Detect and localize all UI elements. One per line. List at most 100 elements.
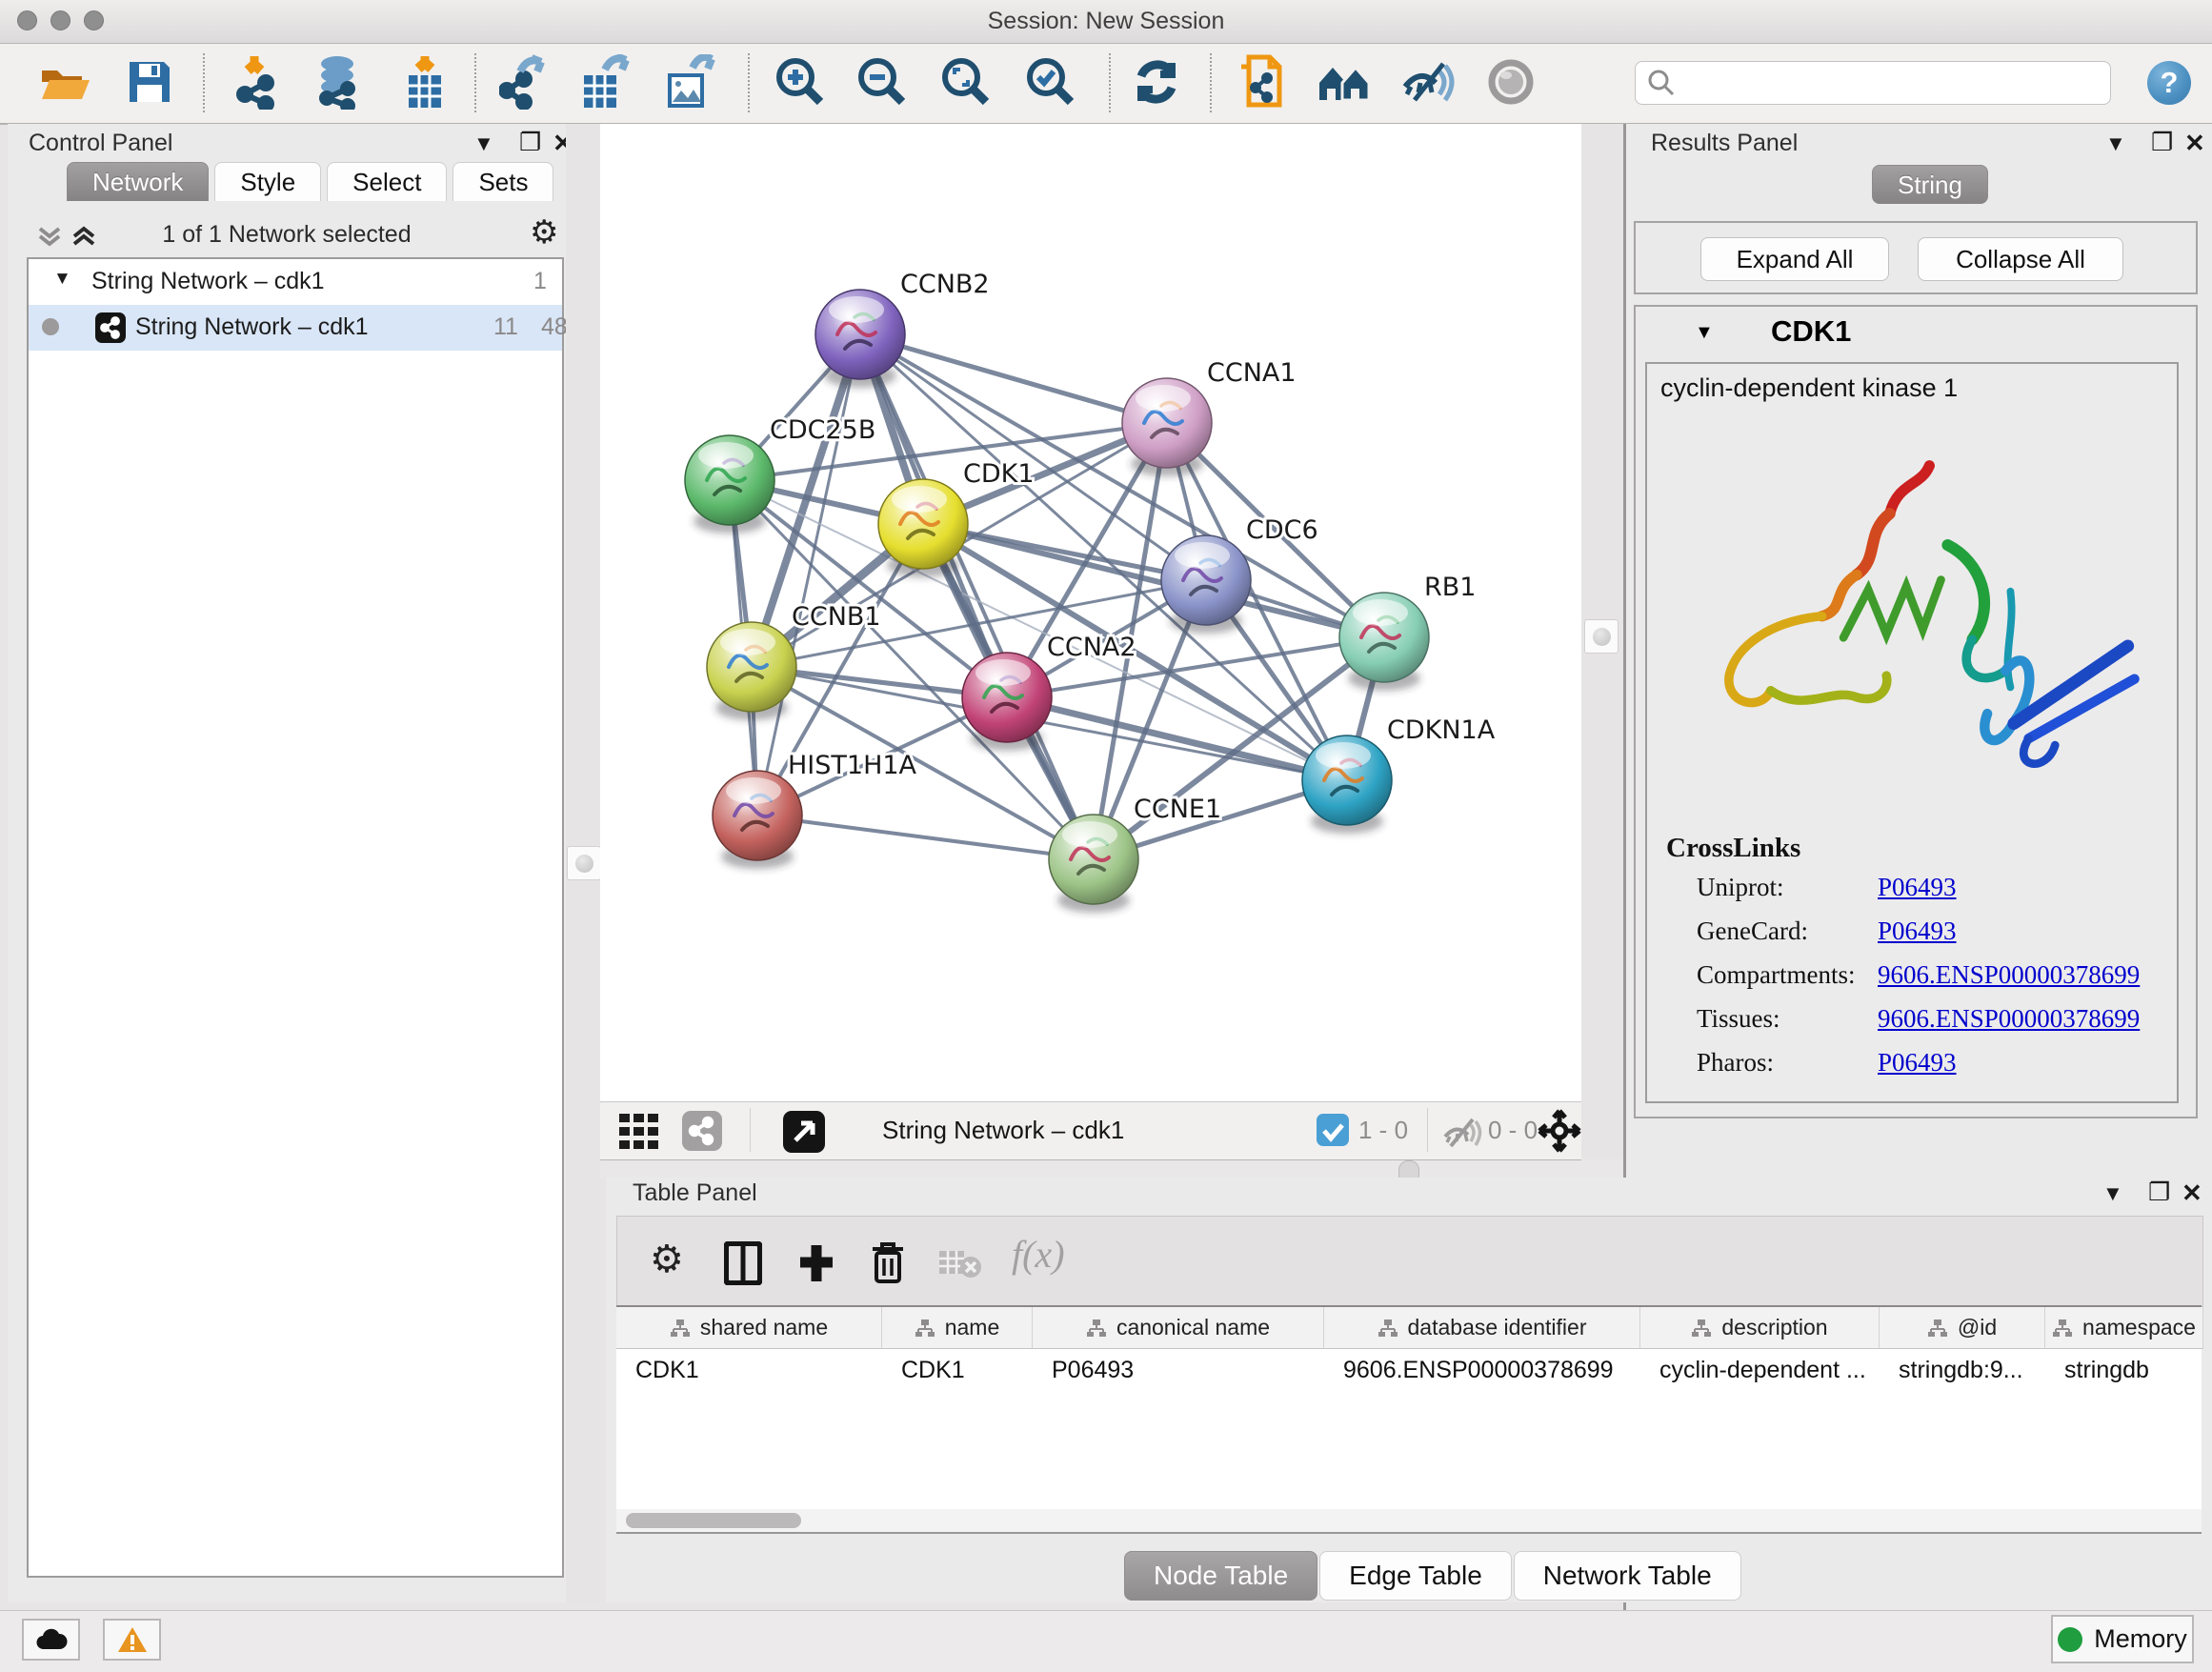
network-node-HIST1H1A[interactable]: HIST1H1A bbox=[713, 751, 917, 869]
table-cell[interactable]: CDK1 bbox=[882, 1349, 1033, 1391]
network-label: String Network – cdk1 bbox=[135, 313, 369, 341]
network-node-CDK1[interactable]: CDK1 bbox=[878, 459, 1035, 577]
float-panel-icon[interactable]: ❐ bbox=[519, 128, 541, 157]
crosslink-value-link[interactable]: P06493 bbox=[1878, 917, 1957, 946]
cloud-button[interactable] bbox=[22, 1619, 80, 1661]
float-panel-icon[interactable]: ❐ bbox=[2151, 128, 2173, 157]
export-table-icon[interactable] bbox=[574, 51, 635, 112]
tab-edge-table[interactable]: Edge Table bbox=[1319, 1551, 1512, 1601]
string-network-icon bbox=[95, 312, 126, 343]
table-cell[interactable]: cyclin-dependent ... bbox=[1640, 1349, 1880, 1391]
tab-network[interactable]: Network bbox=[67, 162, 209, 201]
network-node-CCNB1[interactable]: CCNB1 bbox=[707, 602, 881, 720]
network-node-CCNB2[interactable]: CCNB2 bbox=[815, 270, 990, 388]
collection-label: String Network – cdk1 bbox=[91, 268, 325, 295]
tab-network-table[interactable]: Network Table bbox=[1514, 1551, 1741, 1601]
toolbar-separator bbox=[1109, 53, 1111, 112]
warnings-button[interactable] bbox=[103, 1619, 161, 1661]
tab-select[interactable]: Select bbox=[327, 162, 447, 201]
memory-status-dot bbox=[2058, 1627, 2082, 1652]
save-session-icon[interactable] bbox=[119, 51, 180, 112]
table-options-gear-icon[interactable]: ⚙ bbox=[650, 1238, 684, 1281]
collapse-panel-icon[interactable]: ▼ bbox=[473, 131, 494, 156]
tab-string[interactable]: String bbox=[1872, 165, 1988, 204]
help-button[interactable]: ? bbox=[2147, 61, 2191, 105]
import-network-icon[interactable] bbox=[227, 51, 288, 112]
node-table: shared namenamecanonical namedatabase id… bbox=[616, 1305, 2202, 1511]
zoom-selected-icon[interactable] bbox=[1020, 51, 1081, 112]
section-expander-icon[interactable]: ▼ bbox=[1695, 322, 1714, 344]
gene-description: cyclin-dependent kinase 1 bbox=[1660, 373, 1958, 403]
table-cell[interactable]: stringdb:9... bbox=[1880, 1349, 2045, 1391]
float-panel-icon[interactable]: ❐ bbox=[2148, 1178, 2170, 1207]
houses-icon[interactable] bbox=[1314, 51, 1375, 112]
search-input[interactable] bbox=[1635, 61, 2111, 105]
network-collection-row[interactable]: ▼ String Network – cdk1 1 bbox=[29, 259, 562, 305]
tree-expander-icon[interactable]: ▼ bbox=[53, 269, 71, 290]
column-header-shared-name[interactable]: shared name bbox=[616, 1307, 882, 1349]
expand-all-button[interactable]: Expand All bbox=[1700, 237, 1889, 281]
protein-structure-image bbox=[1681, 419, 2144, 810]
tab-node-table[interactable]: Node Table bbox=[1124, 1551, 1317, 1601]
network-row-selected[interactable]: String Network – cdk1 11 48 bbox=[29, 305, 562, 351]
cloud-icon bbox=[35, 1628, 68, 1651]
network-options-gear-icon[interactable]: ⚙ bbox=[530, 213, 558, 252]
eye-icon[interactable] bbox=[1480, 51, 1541, 112]
column-header-description[interactable]: description bbox=[1640, 1307, 1880, 1349]
table-cell[interactable]: CDK1 bbox=[616, 1349, 882, 1391]
crosslink-value-link[interactable]: 9606.ENSP00000378699 bbox=[1878, 960, 2140, 990]
crosslink-value-link[interactable]: P06493 bbox=[1878, 1048, 1957, 1078]
network-node-CDKN1A[interactable]: CDKN1A bbox=[1302, 715, 1496, 834]
collapse-all-button[interactable]: Collapse All bbox=[1918, 237, 2123, 281]
memory-button[interactable]: Memory bbox=[2051, 1615, 2194, 1663]
network-canvas[interactable]: CCNB2CCNA1CDC25BCDK1CDC6RB1CCNB1CCNA2CDK… bbox=[600, 124, 1581, 1101]
column-header-name[interactable]: name bbox=[882, 1307, 1033, 1349]
table-row[interactable]: CDK1CDK1P064939606.ENSP00000378699cyclin… bbox=[616, 1349, 2202, 1391]
table-cell[interactable]: stringdb bbox=[2045, 1349, 2203, 1391]
tab-sets[interactable]: Sets bbox=[452, 162, 553, 201]
refresh-icon[interactable] bbox=[1126, 51, 1187, 112]
zoom-out-icon[interactable] bbox=[852, 51, 913, 112]
left-splitter-handle[interactable] bbox=[567, 846, 601, 880]
edge-count: 48 bbox=[541, 313, 568, 341]
table-cell[interactable]: 9606.ENSP00000378699 bbox=[1324, 1349, 1640, 1391]
tab-style[interactable]: Style bbox=[214, 162, 321, 201]
crosslink-value-link[interactable]: P06493 bbox=[1878, 873, 1957, 902]
zoom-fit-icon[interactable] bbox=[935, 51, 996, 112]
column-header-database-identifier[interactable]: database identifier bbox=[1324, 1307, 1640, 1349]
crosslink-value-link[interactable]: 9606.ENSP00000378699 bbox=[1878, 1004, 2140, 1034]
left-splitter[interactable] bbox=[566, 124, 600, 1602]
eye-slash-icon[interactable] bbox=[1398, 51, 1458, 112]
right-splitter-handle[interactable] bbox=[1584, 619, 1619, 654]
right-splitter[interactable] bbox=[1581, 124, 1623, 1158]
network-node-CCNA1[interactable]: CCNA1 bbox=[1122, 358, 1297, 476]
network-node-RB1[interactable]: RB1 bbox=[1339, 573, 1476, 691]
birdseye-view-icon[interactable] bbox=[783, 1111, 825, 1153]
table-hscrollbar[interactable] bbox=[616, 1509, 2202, 1534]
close-panel-icon[interactable]: ✕ bbox=[2182, 1178, 2202, 1208]
open-session-icon[interactable] bbox=[34, 51, 95, 112]
export-image-icon[interactable] bbox=[659, 51, 720, 112]
column-header-namespace[interactable]: namespace bbox=[2045, 1307, 2203, 1349]
fit-content-crosshair-icon[interactable] bbox=[1538, 1109, 1581, 1153]
grid-view-icon[interactable] bbox=[619, 1114, 663, 1150]
collapse-panel-icon[interactable]: ▼ bbox=[2102, 1181, 2123, 1206]
crosslink-row: Uniprot:P06493 bbox=[1647, 867, 2177, 911]
column-header-canonical-name[interactable]: canonical name bbox=[1033, 1307, 1324, 1349]
table-cell[interactable]: P06493 bbox=[1033, 1349, 1324, 1391]
import-table-icon[interactable] bbox=[394, 51, 455, 112]
column-header-@id[interactable]: @id bbox=[1880, 1307, 2045, 1349]
zoom-in-icon[interactable] bbox=[770, 51, 831, 112]
delete-column-icon[interactable] bbox=[869, 1239, 907, 1285]
document-share-icon[interactable] bbox=[1230, 51, 1291, 112]
import-database-icon[interactable] bbox=[307, 51, 368, 112]
network-graph[interactable]: CCNB2CCNA1CDC25BCDK1CDC6RB1CCNB1CCNA2CDK… bbox=[600, 124, 1581, 1101]
export-network-icon[interactable] bbox=[493, 51, 554, 112]
selected-checkbox-icon[interactable] bbox=[1317, 1114, 1349, 1146]
show-columns-icon[interactable] bbox=[724, 1241, 762, 1285]
close-panel-icon[interactable]: ✕ bbox=[2184, 129, 2205, 158]
collapse-panel-icon[interactable]: ▼ bbox=[2105, 131, 2126, 156]
add-column-icon[interactable] bbox=[796, 1241, 836, 1285]
string-view-icon[interactable] bbox=[682, 1111, 722, 1151]
table-hscrollbar-thumb[interactable] bbox=[626, 1513, 801, 1528]
